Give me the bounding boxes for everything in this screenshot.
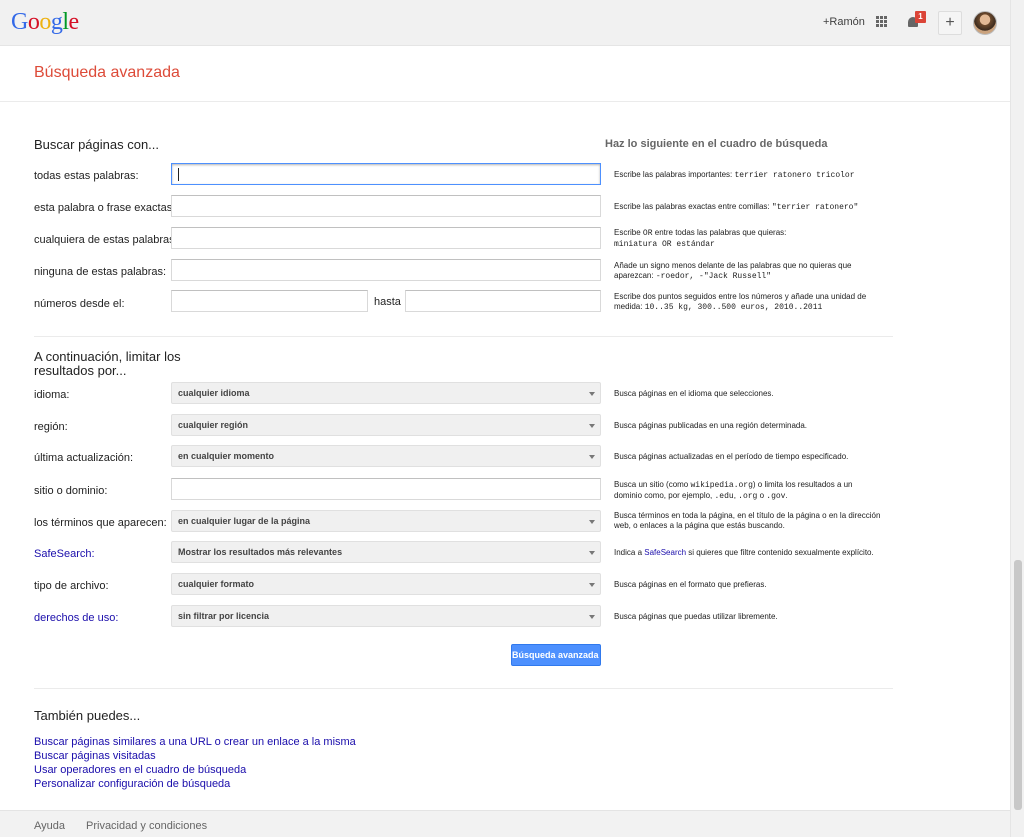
site-domain-label: sitio o dominio: (34, 485, 108, 497)
chevron-down-icon (589, 583, 595, 587)
share-plus-button[interactable]: + (938, 11, 962, 35)
limit-section-title: A continuación, limitar los resultados po… (34, 349, 181, 378)
logo-letter: o (27, 9, 40, 35)
divider (34, 688, 893, 689)
language-label: idioma: (34, 389, 70, 401)
footer-privacy-link[interactable]: Privacidad y condiciones (86, 820, 207, 832)
footer-help-link[interactable]: Ayuda (34, 820, 65, 832)
numbers-from-label: números desde el: (34, 298, 125, 310)
none-words-label: ninguna de estas palabras: (34, 266, 167, 278)
all-words-label: todas estas palabras: (34, 170, 139, 182)
help-column-title: Haz lo siguiente en el cuadro de búsqued… (605, 138, 828, 150)
chevron-down-icon (589, 424, 595, 428)
number-from-input[interactable] (171, 290, 368, 312)
google-logo[interactable]: Google (11, 9, 79, 36)
search-settings-link[interactable]: Personalizar configuración de búsqueda (34, 778, 230, 790)
none-words-hint: Añade un signo menos delante de las pala… (614, 261, 852, 281)
safesearch-select[interactable]: Mostrar los resultados más relevantes (171, 541, 601, 563)
numbers-hint: Escribe dos puntos seguidos entre los nú… (614, 292, 867, 312)
exact-phrase-input[interactable] (171, 195, 601, 217)
similar-pages-link[interactable]: Buscar páginas similares a una URL o cre… (34, 736, 356, 748)
exact-phrase-hint: Escribe las palabras exactas entre comil… (614, 202, 859, 212)
logo-letter: e (68, 9, 80, 35)
search-section-title: Buscar páginas con... (34, 137, 160, 152)
all-words-hint: Escribe las palabras importantes: terrie… (614, 170, 855, 180)
chevron-down-icon (589, 520, 595, 524)
chevron-down-icon (589, 392, 595, 396)
region-label: región: (34, 421, 68, 433)
usage-rights-hint: Busca páginas que puedas utilizar librem… (614, 612, 778, 621)
region-select[interactable]: cualquier región (171, 414, 601, 436)
divider (0, 101, 1010, 102)
advanced-search-button[interactable]: Búsqueda avanzada (511, 644, 601, 666)
notifications-bell-icon[interactable]: 1 (906, 11, 926, 30)
footer: Ayuda Privacidad y condiciones (0, 810, 1010, 837)
avatar[interactable] (973, 11, 997, 35)
usage-rights-select[interactable]: sin filtrar por licencia (171, 605, 601, 627)
number-to-input[interactable] (405, 290, 601, 312)
language-select[interactable]: cualquier idioma (171, 382, 601, 404)
file-type-label: tipo de archivo: (34, 580, 109, 592)
search-operators-link[interactable]: Usar operadores en el cuadro de búsqueda (34, 764, 246, 776)
terms-appearing-select[interactable]: en cualquier lugar de la página (171, 510, 601, 532)
any-words-label: cualquiera de estas palabras: (34, 234, 178, 246)
safesearch-link[interactable]: SafeSearch: (34, 548, 95, 560)
also-section-title: También puedes... (34, 708, 141, 723)
notification-count-badge: 1 (915, 11, 926, 23)
logo-letter: G (11, 9, 28, 35)
logo-letter: o (39, 9, 51, 35)
safesearch-hint-link[interactable]: SafeSearch (644, 548, 686, 557)
terms-appearing-hint: Busca términos en toda la página, en el … (614, 511, 881, 530)
hasta-label: hasta (374, 296, 401, 308)
visited-pages-link[interactable]: Buscar páginas visitadas (34, 750, 156, 762)
chevron-down-icon (589, 455, 595, 459)
terms-appearing-label: los términos que aparecen: (34, 517, 167, 529)
site-domain-input[interactable] (171, 478, 601, 500)
safesearch-hint: Indica a SafeSearch si quieres que filtr… (614, 548, 874, 557)
chevron-down-icon (589, 551, 595, 555)
divider (34, 336, 893, 337)
language-hint: Busca páginas en el idioma que seleccion… (614, 389, 774, 398)
user-profile-link[interactable]: +Ramón (823, 16, 865, 28)
last-update-hint: Busca páginas actualizadas en el período… (614, 452, 849, 461)
all-words-input[interactable] (171, 163, 601, 185)
apps-grid-icon[interactable] (876, 16, 888, 28)
page-scrollbar[interactable] (1010, 0, 1024, 837)
any-words-hint: Escribe OR entre todas las palabras que … (614, 228, 787, 249)
usage-rights-link[interactable]: derechos de uso: (34, 612, 118, 624)
chevron-down-icon (589, 615, 595, 619)
last-update-select[interactable]: en cualquier momento (171, 445, 601, 467)
site-domain-hint: Busca un sitio (como wikipedia.org) o li… (614, 480, 853, 501)
none-words-input[interactable] (171, 259, 601, 281)
any-words-input[interactable] (171, 227, 601, 249)
region-hint: Busca páginas publicadas en una región d… (614, 421, 808, 430)
file-type-select[interactable]: cualquier formato (171, 573, 601, 595)
last-update-label: última actualización: (34, 452, 134, 464)
top-bar: Google +Ramón 1 + (0, 0, 1010, 46)
exact-phrase-label: esta palabra o frase exactas: (34, 202, 176, 214)
page-title: Búsqueda avanzada (34, 64, 180, 81)
logo-letter: g (50, 9, 63, 35)
file-type-hint: Busca páginas en el formato que prefiera… (614, 580, 767, 589)
scrollbar-thumb[interactable] (1014, 560, 1022, 810)
